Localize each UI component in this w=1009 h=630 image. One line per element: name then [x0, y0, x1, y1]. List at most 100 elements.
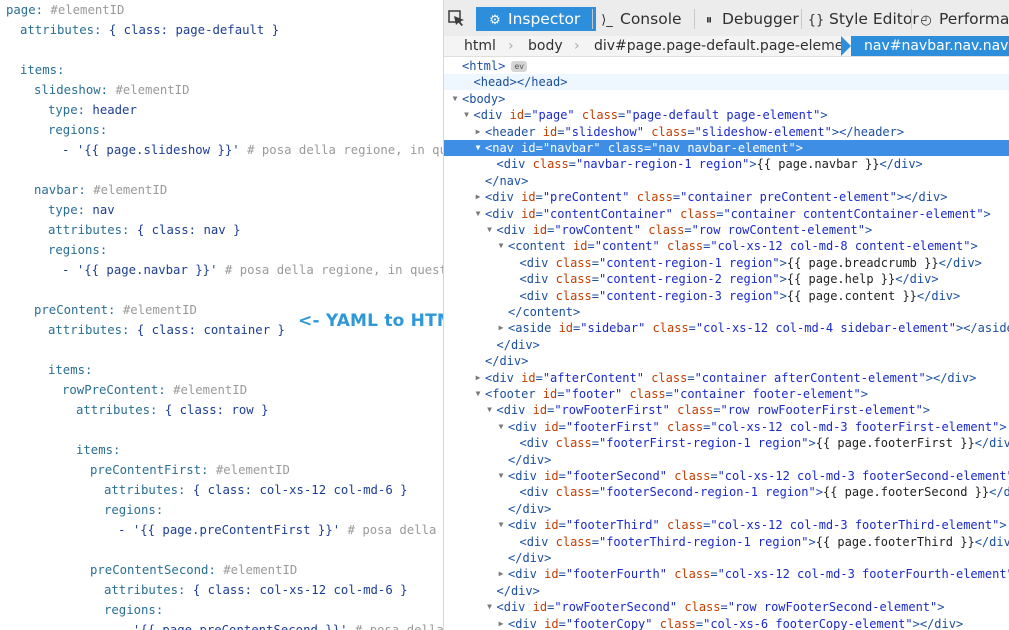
- markup-node[interactable]: ▼ <div id="page" class="page-default page…: [444, 107, 1009, 123]
- collapse-twisty-icon[interactable]: ▶: [496, 320, 506, 336]
- markup-node[interactable]: <html> ev: [444, 58, 1009, 74]
- tag-token: [660, 518, 667, 532]
- markup-node[interactable]: ▼ <body>: [444, 91, 1009, 107]
- markup-node[interactable]: <div class="footerSecond-region-1 region…: [444, 484, 1009, 500]
- markup-node[interactable]: <div class="content-region-1 region">{{ …: [444, 255, 1009, 271]
- expand-twisty-icon[interactable]: ▼: [473, 386, 483, 402]
- expand-twisty-icon[interactable]: ▼: [462, 107, 472, 123]
- markup-node[interactable]: </div>: [444, 550, 1009, 566]
- markup-node[interactable]: </nav>: [444, 173, 1009, 189]
- attr-value: "slideshow": [564, 124, 644, 139]
- markup-view[interactable]: <html> ev <head></head> ▼ <body> ▼ <div id="pa…: [444, 58, 1009, 630]
- markup-node-selected[interactable]: ▼ <nav id="navbar" class="nav navbar-elem…: [444, 140, 1009, 156]
- text-node: {{ page.content }}: [786, 288, 917, 303]
- tag-token: >: [749, 157, 757, 172]
- breadcrumb-item[interactable]: html: [464, 36, 496, 56]
- markup-node[interactable]: </content>: [444, 304, 1009, 320]
- expand-twisty-icon[interactable]: ▼: [496, 419, 506, 435]
- yaml-line: attributes: { class: container }: [48, 320, 285, 340]
- attr-value: "content-region-3 region": [598, 288, 780, 303]
- attr-name: class: [555, 288, 592, 303]
- markup-node[interactable]: </div>: [444, 353, 1009, 369]
- tag-token: </div>: [508, 501, 552, 516]
- markup-node-text: <div id="rowFooterFirst" class="row rowF…: [497, 402, 931, 418]
- markup-node[interactable]: ▼ <div id="rowContent" class="row rowCont…: [444, 222, 1009, 238]
- expand-twisty-icon[interactable]: ▼: [485, 599, 495, 615]
- markup-node[interactable]: <div class="content-region-2 region">{{ …: [444, 271, 1009, 287]
- yaml-value: { class: row }: [164, 403, 269, 417]
- tab-debugger[interactable]: ⏸ Debugger: [700, 7, 799, 31]
- breadcrumb-item[interactable]: body: [528, 36, 563, 56]
- markup-node-text: <div class="content-region-3 region">{{ …: [520, 288, 961, 304]
- markup-node[interactable]: ▶ <div id="footerFourth" class="col-xs-12…: [444, 566, 1009, 582]
- expand-twisty-icon[interactable]: ▼: [496, 517, 506, 533]
- markup-node[interactable]: ▶ <div id="footerCopy" class="col-xs-6 fo…: [444, 616, 1009, 630]
- markup-node[interactable]: </div>: [444, 452, 1009, 468]
- element-picker-button[interactable]: [444, 8, 470, 28]
- markup-node[interactable]: ▶ <div id="afterContent" class="container…: [444, 370, 1009, 386]
- tag-token: [622, 387, 629, 401]
- yaml-line: preContentSecond: #elementID: [90, 560, 297, 580]
- attr-name: class: [666, 419, 704, 434]
- markup-node[interactable]: ▼ <div id="contentContainer" class="conta…: [444, 206, 1009, 222]
- attr-value: "col-xs-12 col-md-3 footerFourth-element…: [717, 567, 1009, 582]
- collapse-twisty-icon[interactable]: ▶: [496, 616, 506, 630]
- tag-token: >: [820, 108, 828, 123]
- markup-node[interactable]: ▼ <div id="footerFirst" class="col-xs-12 …: [444, 419, 1009, 435]
- markup-node[interactable]: <div class="footerThird-region-1 region"…: [444, 534, 1009, 550]
- markup-node[interactable]: ▼ <div id="footerThird" class="col-xs-12 …: [444, 517, 1009, 533]
- markup-node[interactable]: <div class="navbar-region-1 region">{{ p…: [444, 156, 1009, 172]
- markup-node-text: <div class="footerFirst-region-1 region"…: [520, 435, 1009, 451]
- breadcrumb-separator-icon: ›: [508, 38, 514, 54]
- expand-twisty-icon[interactable]: ▼: [496, 468, 506, 484]
- expand-twisty-icon[interactable]: ▼: [496, 238, 506, 254]
- tag-token: </div>: [508, 452, 552, 467]
- expand-twisty-icon[interactable]: ▼: [473, 206, 483, 222]
- breadcrumb-item[interactable]: nav#navbar.nav.navbar-: [842, 36, 1009, 56]
- expand-twisty-icon[interactable]: ▼: [450, 91, 460, 107]
- attr-name: class: [555, 272, 592, 287]
- markup-node[interactable]: ▼ <div id="footerSecond" class="col-xs-12…: [444, 468, 1009, 484]
- attr-value: "navbar": [542, 141, 601, 155]
- markup-node-text: <div class="navbar-region-1 region">{{ p…: [497, 156, 923, 172]
- markup-node[interactable]: <head></head>: [444, 74, 1009, 91]
- attr-name: class: [581, 108, 619, 123]
- event-badge[interactable]: ev: [511, 61, 528, 72]
- yaml-line: attributes: { class: nav }: [48, 220, 241, 240]
- yaml-value: -: [62, 263, 77, 277]
- tab-performa[interactable]: ◴ Performa...: [917, 7, 1009, 31]
- markup-node[interactable]: ▼ <footer id="footer" class="container fo…: [444, 386, 1009, 402]
- tab-inspector[interactable]: ⚙ Inspector: [476, 7, 596, 31]
- tag-token: =: [558, 419, 566, 434]
- markup-node[interactable]: <div class="footerFirst-region-1 region"…: [444, 435, 1009, 451]
- yaml-key: rowPreContent:: [62, 383, 174, 397]
- tag-token: =: [665, 387, 673, 401]
- markup-node[interactable]: ▼ <div id="rowFooterFirst" class="row row…: [444, 402, 1009, 418]
- markup-node[interactable]: ▶ <header id="slideshow" class="slideshow…: [444, 124, 1009, 140]
- markup-node[interactable]: ▼ <div id="rowFooterSecond" class="row ro…: [444, 599, 1009, 615]
- breadcrumb-item[interactable]: div#page.page-default.page-element: [594, 36, 858, 56]
- tag-token: <div: [508, 469, 545, 483]
- tag-token: <head></head>: [473, 75, 568, 90]
- markup-node[interactable]: ▶ <div id="preContent" class="container p…: [444, 189, 1009, 205]
- collapse-twisty-icon[interactable]: ▶: [473, 189, 483, 205]
- markup-node[interactable]: </div>: [444, 583, 1009, 599]
- markup-node[interactable]: </div>: [444, 337, 1009, 353]
- markup-node[interactable]: ▶ <aside id="sidebar" class="col-xs-12 co…: [444, 320, 1009, 336]
- markup-node[interactable]: <div class="content-region-3 region">{{ …: [444, 288, 1009, 304]
- attr-value: "sidebar": [580, 321, 646, 336]
- markup-node[interactable]: </div>: [444, 501, 1009, 517]
- markup-node[interactable]: ▼ <content id="content" class="col-xs-12 …: [444, 238, 1009, 254]
- collapse-twisty-icon[interactable]: ▶: [473, 124, 483, 140]
- expand-twisty-icon[interactable]: ▼: [473, 140, 483, 156]
- attr-value: "afterContent": [542, 370, 644, 385]
- tab-style-editor[interactable]: {} Style Editor: [807, 7, 919, 31]
- tag-token: =: [687, 124, 695, 139]
- tab-console[interactable]: ⟩_ Console: [598, 7, 681, 31]
- expand-twisty-icon[interactable]: ▼: [485, 402, 495, 418]
- attr-name: id: [532, 223, 548, 237]
- expand-twisty-icon[interactable]: ▼: [485, 222, 495, 238]
- attr-value: "nav navbar-element": [651, 141, 796, 155]
- collapse-twisty-icon[interactable]: ▶: [473, 370, 483, 386]
- collapse-twisty-icon[interactable]: ▶: [496, 566, 506, 582]
